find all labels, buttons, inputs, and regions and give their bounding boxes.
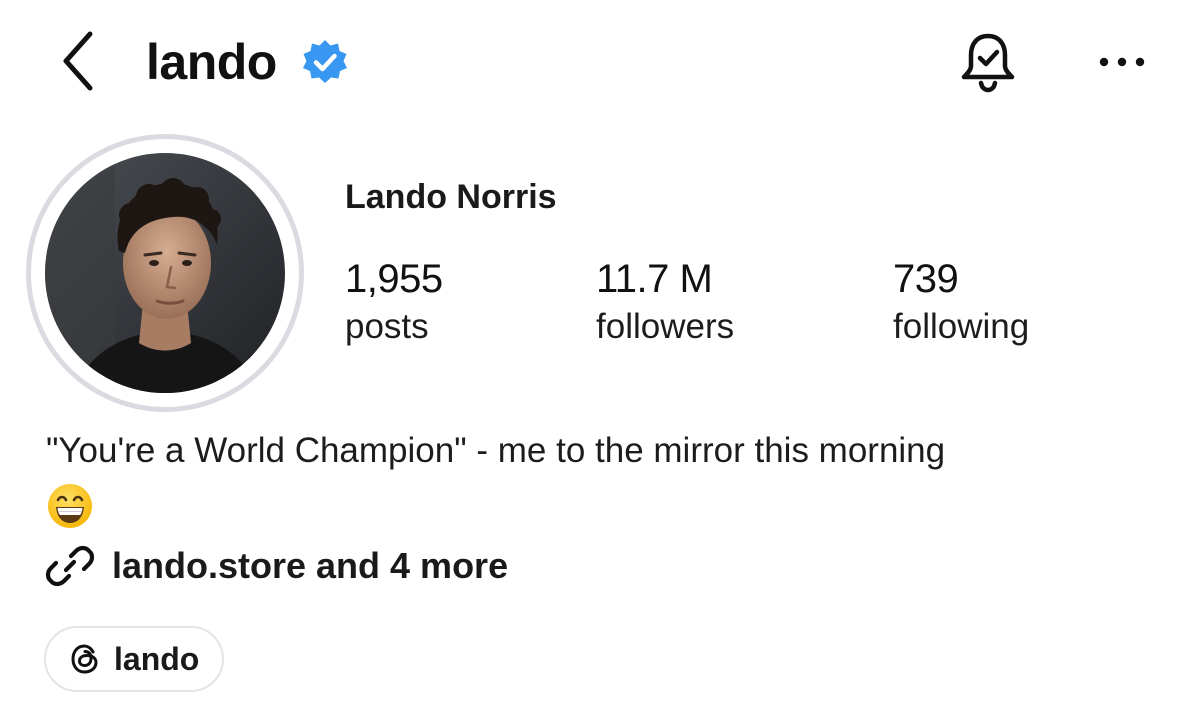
profile-photo: [45, 153, 285, 393]
threads-label: lando: [114, 640, 200, 677]
links-text: lando.store and 4 more: [112, 545, 509, 586]
verified-badge-icon: [303, 40, 347, 83]
following-count: 739: [893, 257, 959, 301]
bio-text: "You're a World Champion" - me to the mi…: [46, 431, 946, 470]
followers-count: 11.7 M: [596, 257, 713, 301]
avatar[interactable]: [45, 153, 285, 393]
posts-count: 1,955: [345, 257, 443, 301]
more-options-button[interactable]: [1096, 44, 1148, 80]
stat-followers[interactable]: 11.7 M followers: [596, 256, 734, 348]
followers-label: followers: [596, 307, 735, 346]
notifications-button[interactable]: [956, 28, 1020, 96]
chevron-left-icon: [63, 31, 93, 91]
more-horizontal-icon: [1099, 57, 1145, 67]
profile-username: lando: [146, 34, 277, 90]
posts-label: posts: [345, 307, 429, 346]
stat-following[interactable]: 739 following: [893, 256, 1029, 348]
links-button[interactable]: lando.store and 4 more: [44, 540, 508, 592]
bell-check-icon: [961, 33, 1015, 93]
following-label: following: [893, 307, 1030, 346]
threads-button[interactable]: lando: [44, 626, 224, 692]
display-name: Lando Norris: [345, 178, 557, 216]
threads-icon: [71, 644, 98, 674]
back-button[interactable]: [56, 28, 100, 94]
profile-page: lando Lando Norris 1,955 posts 11.7 M fo…: [0, 0, 1200, 720]
stat-posts[interactable]: 1,955 posts: [345, 256, 443, 348]
grinning-face-emoji: [48, 484, 92, 528]
link-icon: [45, 545, 95, 587]
